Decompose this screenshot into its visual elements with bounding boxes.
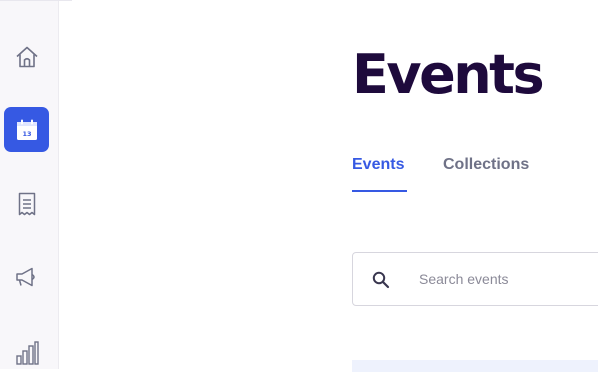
sidebar-item-reporting[interactable]	[4, 330, 49, 375]
calendar-day-number: 13	[22, 130, 31, 138]
calendar-icon: 13	[16, 119, 37, 140]
sidebar-item-home[interactable]	[4, 34, 49, 79]
active-tab-indicator	[352, 190, 407, 192]
bar-chart-icon	[15, 340, 39, 365]
page-title: Events	[352, 43, 545, 106]
search-icon	[372, 271, 390, 289]
tab-collections[interactable]: Collections	[443, 156, 529, 174]
search-box[interactable]	[352, 252, 598, 306]
tab-events[interactable]: Events	[352, 156, 404, 174]
content-panel	[352, 360, 598, 372]
sidebar-item-events[interactable]: 13	[4, 107, 49, 152]
receipt-icon	[18, 192, 35, 215]
sidebar: 13	[0, 0, 72, 369]
megaphone-icon	[15, 267, 35, 286]
home-icon	[15, 46, 38, 67]
sidebar-item-orders[interactable]	[4, 181, 49, 226]
top-divider	[0, 0, 72, 1]
search-input[interactable]	[419, 268, 598, 290]
sidebar-item-marketing[interactable]	[4, 254, 49, 299]
